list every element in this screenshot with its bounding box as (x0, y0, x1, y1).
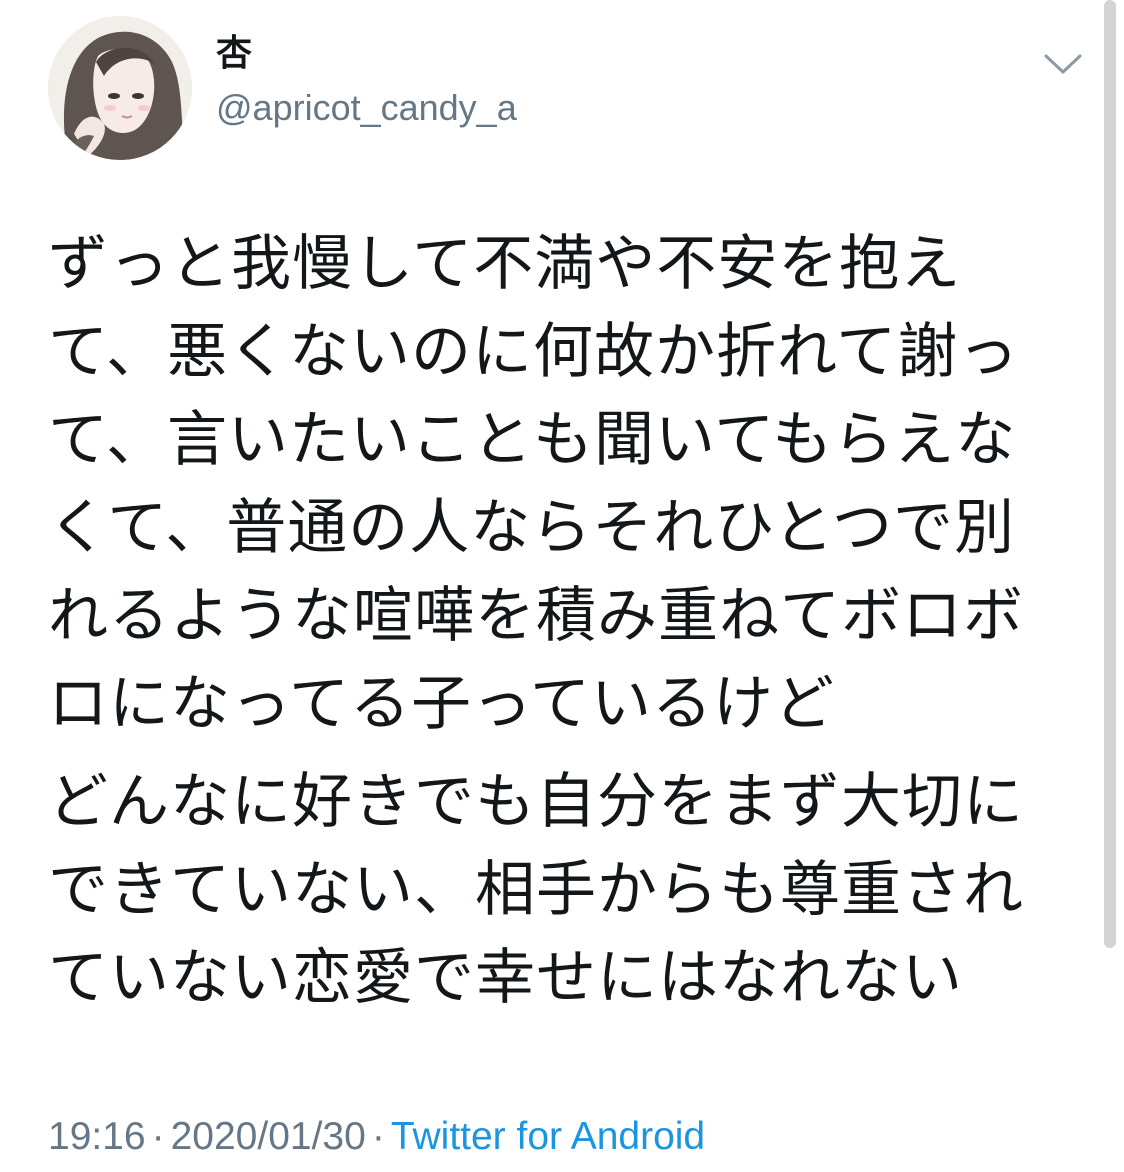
tweet-paragraph: どんなに好きでも自分をまず大切にできていない、相手からも尊重されていない恋愛で幸… (48, 767, 1024, 1013)
meta-separator: · (151, 1115, 165, 1158)
chevron-down-icon[interactable] (1042, 50, 1084, 78)
tweet-time[interactable]: 19:16 (48, 1115, 146, 1158)
user-handle[interactable]: @apricot_candy_a (216, 88, 517, 128)
scrollbar[interactable] (1104, 0, 1116, 948)
avatar-illustration-icon (48, 16, 192, 160)
display-name[interactable]: 杏 (216, 36, 252, 72)
tweet-source-link[interactable]: Twitter for Android (391, 1115, 705, 1158)
tweet-text: ずっと我慢して不満や不安を抱えて、悪くないのに何故か折れて謝って、言いたいことも… (48, 220, 1058, 1022)
avatar[interactable] (48, 16, 192, 160)
meta-separator: · (371, 1115, 385, 1158)
tweet-paragraph: ずっと我慢して不満や不安を抱えて、悪くないのに何故か折れて謝って、言いたいことも… (48, 229, 1024, 739)
tweet-meta: 19:16 · 2020/01/30 · Twitter for Android (48, 1114, 705, 1161)
tweet-date[interactable]: 2020/01/30 (171, 1115, 366, 1158)
